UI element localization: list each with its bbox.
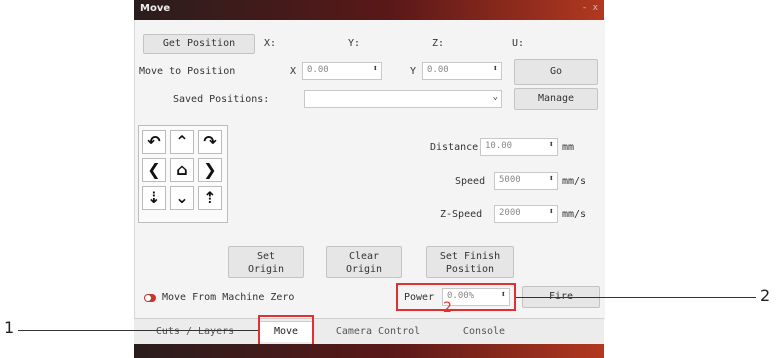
distance-input[interactable]: 10.00 ⬍	[480, 138, 558, 156]
callout-two-line	[516, 297, 756, 298]
z-up-icon[interactable]: ⇡	[198, 186, 222, 210]
go-button[interactable]: Go	[514, 59, 598, 85]
callout-two-label: 2	[760, 286, 771, 305]
next-window-titlebar	[134, 344, 604, 358]
rotate-ccw-icon[interactable]: ↶	[142, 130, 166, 154]
window-titlebar: Move - x	[134, 0, 604, 20]
speed-unit: mm/s	[562, 176, 587, 187]
rotate-cw-icon[interactable]: ↷	[198, 130, 222, 154]
spin-arrows-icon[interactable]: ⬍	[549, 174, 554, 184]
speed-label: Speed	[455, 176, 486, 187]
set-origin-button[interactable]: Set Origin	[228, 246, 304, 278]
y-position-label: Y:	[348, 38, 361, 49]
z-speed-label: Z-Speed	[440, 209, 483, 220]
get-position-button[interactable]: Get Position	[143, 34, 255, 54]
spin-arrows-icon[interactable]: ⬍	[373, 64, 378, 74]
home-icon[interactable]: ⌂	[170, 158, 194, 182]
spin-arrows-icon[interactable]: ⬍	[549, 140, 554, 150]
manage-button[interactable]: Manage	[514, 88, 598, 110]
move-y-label: Y	[410, 66, 417, 77]
distance-label: Distance	[430, 142, 479, 153]
move-from-zero-toggle[interactable]	[144, 294, 156, 302]
window-title: Move	[140, 3, 171, 14]
arrow-down-icon[interactable]: ⌄	[170, 186, 194, 210]
spin-arrows-icon[interactable]: ⬍	[493, 64, 498, 74]
clear-origin-button[interactable]: Clear Origin	[326, 246, 402, 278]
move-x-label: X	[290, 66, 297, 77]
arrow-up-icon[interactable]: ⌃	[170, 130, 194, 154]
arrow-left-icon[interactable]: ❮	[142, 158, 166, 182]
tab-cuts-layers[interactable]: Cuts / Layers	[140, 322, 250, 342]
tab-console[interactable]: Console	[444, 322, 524, 342]
set-finish-position-button[interactable]: Set Finish Position	[426, 246, 514, 278]
u-position-label: U:	[512, 38, 525, 49]
saved-positions-label: Saved Positions:	[173, 94, 270, 105]
callout-one-line	[18, 330, 258, 331]
power-highlight-box	[396, 283, 516, 311]
z-speed-unit: mm/s	[562, 209, 587, 220]
speed-input[interactable]: 5000 ⬍	[494, 172, 558, 190]
callout-one-label: 1	[4, 318, 15, 337]
z-speed-input[interactable]: 2000 ⬍	[494, 205, 558, 223]
chevron-down-icon: ⌄	[492, 92, 498, 102]
x-position-label: X:	[264, 38, 277, 49]
move-to-position-label: Move to Position	[139, 66, 236, 77]
move-from-zero-label: Move From Machine Zero	[162, 292, 295, 303]
move-y-input[interactable]: 0.00 ⬍	[422, 62, 502, 80]
z-position-label: Z:	[432, 38, 445, 49]
distance-unit: mm	[562, 142, 575, 153]
callout-two-inner: 2	[443, 300, 452, 316]
window-controls[interactable]: - x	[582, 3, 598, 13]
spin-arrows-icon[interactable]: ⬍	[549, 207, 554, 217]
move-x-input[interactable]: 0.00 ⬍	[302, 62, 382, 80]
saved-positions-dropdown[interactable]: ⌄	[304, 90, 502, 108]
arrow-right-icon[interactable]: ❯	[198, 158, 222, 182]
tab-camera-control[interactable]: Camera Control	[318, 322, 438, 342]
z-down-icon[interactable]: ⇣	[142, 186, 166, 210]
